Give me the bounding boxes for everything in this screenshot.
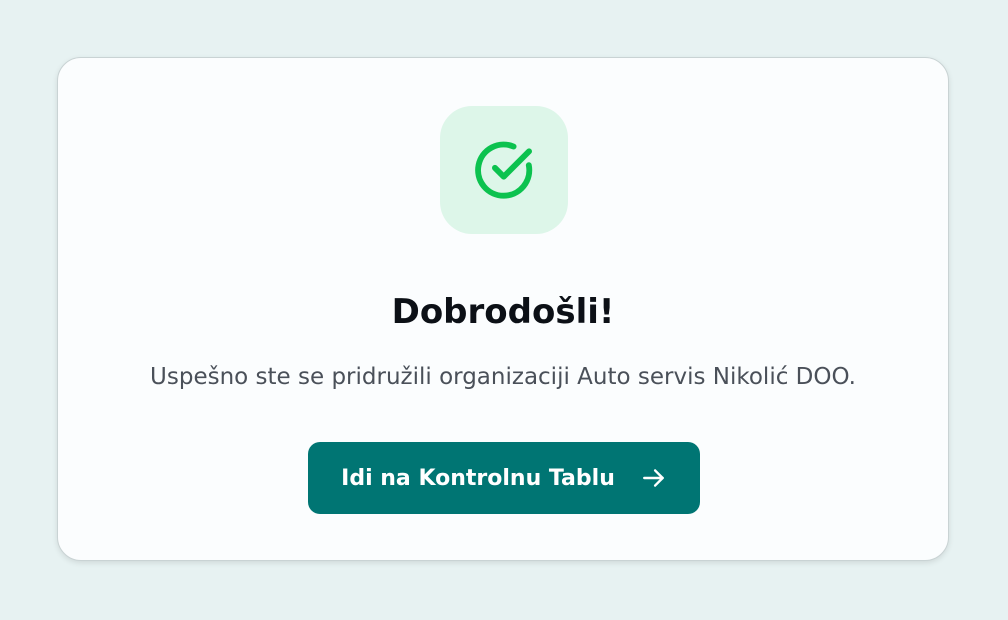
success-icon-tile bbox=[440, 106, 568, 234]
welcome-message: Uspešno ste se pridružili organizaciji A… bbox=[150, 364, 856, 390]
welcome-card: Dobrodošli! Uspešno ste se pridružili or… bbox=[57, 57, 949, 561]
page-title: Dobrodošli! bbox=[391, 292, 615, 332]
arrow-right-icon bbox=[641, 465, 667, 491]
go-to-dashboard-button[interactable]: Idi na Kontrolnu Tablu bbox=[308, 442, 700, 514]
check-circle-icon bbox=[472, 138, 536, 202]
go-to-dashboard-label: Idi na Kontrolnu Tablu bbox=[341, 465, 615, 491]
